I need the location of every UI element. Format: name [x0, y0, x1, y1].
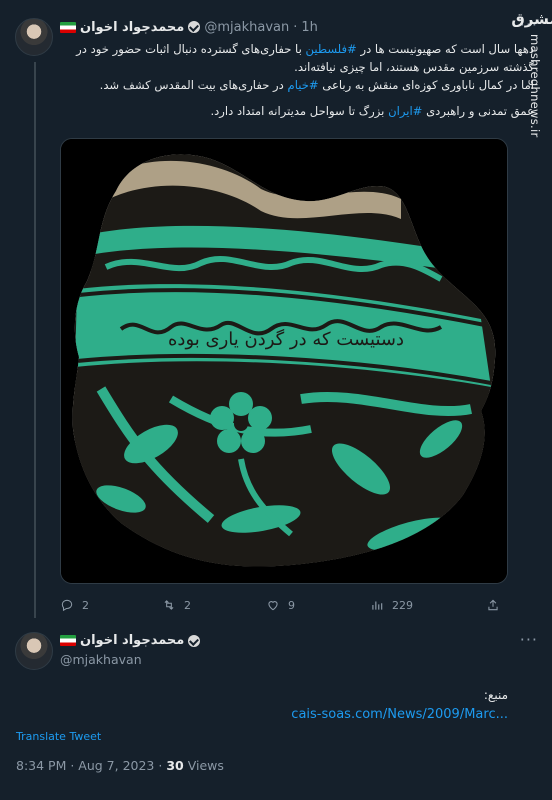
source-label: منبع: [483, 688, 508, 702]
avatar[interactable] [15, 632, 53, 670]
views-count: 229 [392, 598, 413, 612]
like-button[interactable]: 9 [266, 598, 370, 612]
author-name[interactable]: محمدجواد اخوان [80, 633, 184, 648]
hashtag-iran[interactable]: #ایران [388, 104, 422, 118]
pottery-shard-image: دستیست که در گردن یاری بوده [61, 139, 507, 583]
separator: · [293, 19, 298, 35]
tweet-text: دهها سال است که صهیونیست ها در #فلسطین ب… [60, 40, 534, 128]
retweet-icon [164, 600, 174, 610]
reply-header: محمدجواد اخوان [60, 633, 201, 648]
tweet-paragraph-2: عمق تمدنی و راهبردی #ایران بزرگ تا سواحل… [60, 102, 534, 120]
like-count: 9 [288, 598, 295, 612]
tweet-header: محمدجواد اخوان @mjakhavan · 1h [60, 18, 536, 36]
text-span: دهها سال است که صهیونیست ها در [356, 42, 534, 56]
retweet-count: 2 [184, 598, 191, 612]
views-count: 30 [166, 758, 184, 773]
hashtag-khayyam[interactable]: #خیام [288, 78, 319, 92]
verified-icon [188, 21, 201, 33]
avatar[interactable] [15, 18, 53, 56]
author-handle[interactable]: @mjakhavan [60, 652, 142, 667]
watermark-site: mashreghnews.ir [528, 34, 542, 138]
text-span: عمق تمدنی و راهبردی [422, 104, 534, 118]
retweet-button[interactable]: 2 [162, 598, 266, 612]
text-span: اما در کمال ناباوری کوزه‌ای منقش به رباع… [318, 78, 534, 92]
tweet-actions: 2 2 9 229 [60, 596, 510, 614]
author-name[interactable]: محمدجواد اخوان [80, 20, 184, 35]
hashtag-palestine[interactable]: #فلسطین [306, 42, 357, 56]
tweet-image[interactable]: دستیست که در گردن یاری بوده [60, 138, 508, 584]
thread-line [34, 62, 36, 618]
text-span: بزرگ تا سواحل مدیترانه امتداد دارد. [210, 104, 389, 118]
tweet-paragraph-1: دهها سال است که صهیونیست ها در #فلسطین ب… [60, 40, 534, 94]
tweet-time[interactable]: 1h [301, 20, 318, 35]
timestamp[interactable]: 8:34 PM · Aug 7, 2023 · [16, 758, 166, 773]
reply-icon [61, 599, 73, 612]
share-button[interactable] [486, 598, 500, 612]
heart-icon [268, 601, 278, 611]
watermark: مشرق mashreghnews.ir [511, 10, 552, 240]
tweet-meta: 8:34 PM · Aug 7, 2023 · 30 Views [16, 758, 224, 773]
source-link[interactable]: cais-soas.com/News/2009/Marc... [291, 707, 508, 722]
iran-flag-icon [60, 635, 76, 646]
reply-count: 2 [82, 598, 89, 612]
translate-tweet-link[interactable]: Translate Tweet [16, 730, 101, 743]
share-icon [488, 599, 498, 611]
iran-flag-icon [60, 21, 76, 33]
more-options-icon[interactable]: ··· [520, 630, 538, 649]
watermark-logo: مشرق [511, 10, 552, 28]
verified-icon [188, 634, 201, 647]
views-label: Views [183, 758, 224, 773]
text-span: در حفاری‌های بیت المقدس کشف شد. [99, 78, 288, 92]
pot-inscription: دستیست که در گردن یاری بوده [168, 328, 404, 350]
reply-button[interactable]: 2 [60, 598, 162, 612]
views-button[interactable]: 229 [370, 598, 486, 612]
author-handle[interactable]: @mjakhavan [204, 20, 289, 35]
views-icon [372, 601, 383, 610]
